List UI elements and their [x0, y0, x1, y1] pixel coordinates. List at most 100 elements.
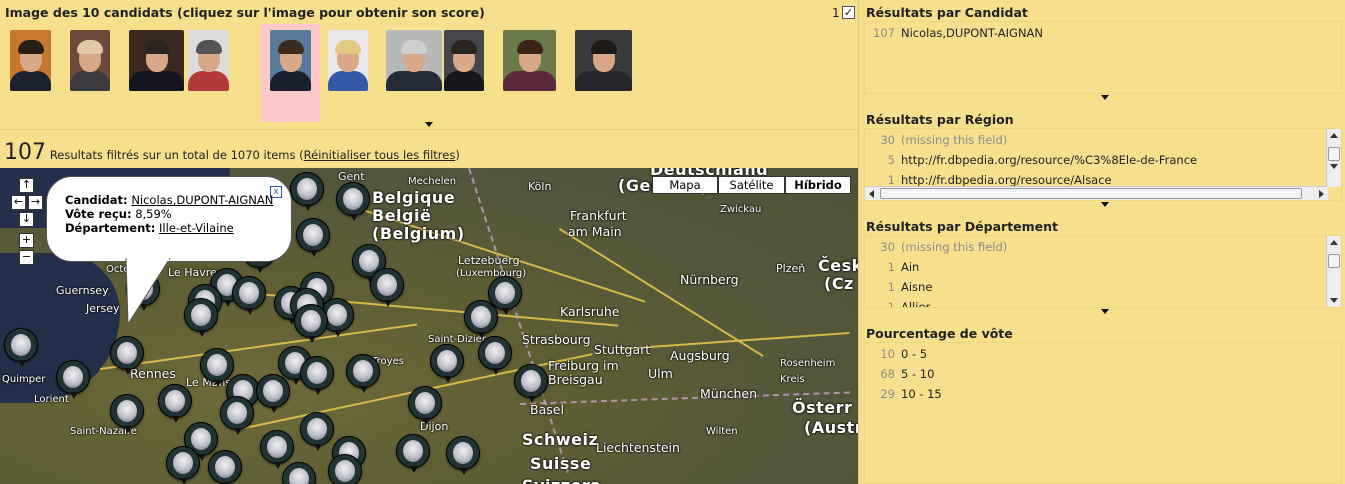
info-window-tail	[125, 258, 171, 326]
pan-right-button[interactable]: →	[28, 195, 43, 210]
scroll-right-arrow-icon[interactable]	[1319, 190, 1324, 198]
facet-value-label: Nicolas,DUPONT-AIGNAN	[901, 26, 1044, 40]
candidate-map-marker[interactable]	[514, 364, 548, 403]
pan-up-button[interactable]: ↑	[19, 178, 34, 193]
candidate-map-marker[interactable]	[256, 374, 290, 413]
facet-value-row[interactable]: 1 Allier	[865, 300, 931, 307]
candidate-map-marker[interactable]	[296, 218, 330, 257]
zoom-in-button[interactable]: +	[19, 233, 34, 248]
reset-filters-link[interactable]: Réinitialiser tous les filtres	[304, 148, 456, 162]
facet-value-row[interactable]: 30 (missing this field)	[865, 133, 1007, 147]
scroll-down-arrow-icon[interactable]	[1330, 298, 1338, 303]
facet-value-row[interactable]: 107 Nicolas,DUPONT-AIGNAN	[865, 26, 1043, 40]
scroll-left-arrow-icon[interactable]	[869, 190, 874, 198]
candidate-map-marker[interactable]	[4, 328, 38, 367]
candidate-map-marker[interactable]	[408, 386, 442, 425]
pan-left-button[interactable]: ←	[11, 195, 26, 210]
facet-list-region[interactable]: 30 (missing this field) 5 http://fr.dbpedia…	[864, 128, 1342, 201]
facet-value-row[interactable]: 5 http://fr.dbpedia.org/resource/%C3%8Ele…	[865, 153, 1197, 167]
scrollbar-thumb[interactable]	[880, 188, 1302, 199]
candidate-map-marker[interactable]	[208, 450, 242, 484]
map-place-label: Mechelen	[408, 176, 457, 187]
candidate-thumbnail[interactable]	[10, 30, 51, 91]
marker-info-window: x Candidat: Nicolas,DUPONT-AIGNAN Vôte r…	[46, 176, 292, 262]
candidate-map-marker[interactable]	[430, 344, 464, 383]
map-view[interactable]: Deutschland(Germany)BelgiqueBelgië(Belgi…	[0, 168, 858, 484]
candidates-panel: Image des 10 candidats (cliquez sur l'im…	[0, 0, 858, 130]
pan-down-button[interactable]: ↓	[19, 212, 34, 227]
candidate-map-marker[interactable]	[300, 356, 334, 395]
candidate-thumbnail[interactable]	[188, 30, 229, 91]
zoom-out-button[interactable]: −	[19, 250, 34, 265]
facet-value-row[interactable]: 68 5 - 10	[865, 367, 934, 381]
select-all-checkbox[interactable]: ✓	[842, 6, 855, 19]
facet-value-row[interactable]: 1 http://fr.dbpedia.org/resource/Alsace	[865, 173, 1112, 187]
info-department-link[interactable]: Ille-et-Vilaine	[159, 221, 234, 235]
map-type-map-button[interactable]: Mapa	[652, 176, 718, 194]
candidate-map-marker[interactable]	[464, 300, 498, 339]
candidate-map-marker[interactable]	[282, 462, 316, 484]
candidate-thumbnail[interactable]	[503, 30, 556, 91]
scrollbar-thumb[interactable]	[1328, 254, 1340, 268]
candidate-thumbnail[interactable]	[270, 30, 311, 91]
candidate-map-marker[interactable]	[328, 454, 362, 484]
candidate-map-marker[interactable]	[110, 336, 144, 375]
scroll-down-arrow-icon[interactable]	[1330, 164, 1338, 169]
map-place-label: Strasbourg	[522, 332, 591, 347]
candidate-thumbnail[interactable]	[328, 30, 368, 91]
candidate-map-marker[interactable]	[396, 434, 430, 473]
facet-value-row[interactable]: 1 Aisne	[865, 280, 933, 294]
candidate-map-marker[interactable]	[158, 384, 192, 423]
candidate-map-marker[interactable]	[370, 268, 404, 307]
facet-value-row[interactable]: 29 10 - 15	[865, 387, 942, 401]
candidate-map-marker[interactable]	[200, 348, 234, 387]
facet-value-row[interactable]: 1 Ain	[865, 260, 920, 274]
candidate-thumbnail[interactable]	[575, 30, 632, 91]
facet-value-row[interactable]: 10 0 - 5	[865, 347, 927, 361]
candidate-map-marker[interactable]	[110, 394, 144, 433]
map-place-label: (Luxembourg)	[456, 268, 527, 279]
facet-value-label: 10 - 15	[901, 387, 942, 401]
scroll-up-arrow-icon[interactable]	[1330, 133, 1338, 138]
facet-value-count: 1	[887, 280, 895, 294]
candidate-map-marker[interactable]	[346, 354, 380, 393]
candidate-map-marker[interactable]	[184, 298, 218, 337]
map-place-label: Österr	[792, 398, 853, 417]
candidate-map-marker[interactable]	[294, 304, 328, 343]
candidate-map-marker[interactable]	[290, 172, 324, 211]
facet-horizontal-scrollbar[interactable]	[865, 186, 1328, 200]
candidate-thumbnail[interactable]	[70, 30, 110, 91]
map-place-label: Augsburg	[670, 348, 730, 363]
candidate-map-marker[interactable]	[56, 360, 90, 399]
candidate-map-marker[interactable]	[446, 436, 480, 475]
info-candidate-link[interactable]: Nicolas,DUPONT-AIGNAN	[131, 193, 273, 207]
facet-vertical-scrollbar[interactable]	[1326, 129, 1341, 187]
candidate-map-marker[interactable]	[478, 336, 512, 375]
candidate-map-marker[interactable]	[220, 396, 254, 435]
candidate-thumbnail[interactable]	[386, 30, 442, 91]
facet-list-candidate[interactable]: 107 Nicolas,DUPONT-AIGNAN	[864, 21, 1342, 94]
facet-expander-icon[interactable]	[1101, 309, 1109, 314]
map-type-satellite-button[interactable]: Satélite	[718, 176, 785, 194]
candidate-map-marker[interactable]	[166, 446, 200, 484]
map-place-label: Ulm	[648, 366, 673, 381]
map-type-hybrid-button[interactable]: Híbrido	[785, 176, 851, 194]
candidate-map-marker[interactable]	[260, 430, 294, 469]
facet-expander-icon[interactable]	[1101, 202, 1109, 207]
summary-text: Resultats filtrés sur un total de 1070 i…	[50, 148, 460, 162]
candidate-map-marker[interactable]	[300, 412, 334, 451]
scroll-up-arrow-icon[interactable]	[1330, 240, 1338, 245]
candidate-thumbnail[interactable]	[444, 30, 484, 91]
facet-expander-icon[interactable]	[1101, 95, 1109, 100]
facet-list-department[interactable]: 30 (missing this field) 1 Ain 1 Aisne 1 Allier	[864, 235, 1342, 308]
scrollbar-thumb[interactable]	[1328, 147, 1340, 161]
facets-sidebar: Résultats par Candidat 107 Nicolas,DUPONT-…	[858, 0, 1345, 484]
facet-vertical-scrollbar[interactable]	[1326, 236, 1341, 307]
facet-list-vote-percentage[interactable]: 10 0 - 5 68 5 - 10 29 10 - 15	[864, 342, 1342, 484]
candidate-map-marker[interactable]	[336, 182, 370, 221]
facet-value-row[interactable]: 30 (missing this field)	[865, 240, 1007, 254]
candidates-panel-expander-icon[interactable]	[425, 122, 433, 127]
candidate-thumbnail[interactable]	[129, 30, 184, 91]
candidate-map-marker[interactable]	[232, 276, 266, 315]
map-place-label: Svizzera	[522, 476, 602, 484]
